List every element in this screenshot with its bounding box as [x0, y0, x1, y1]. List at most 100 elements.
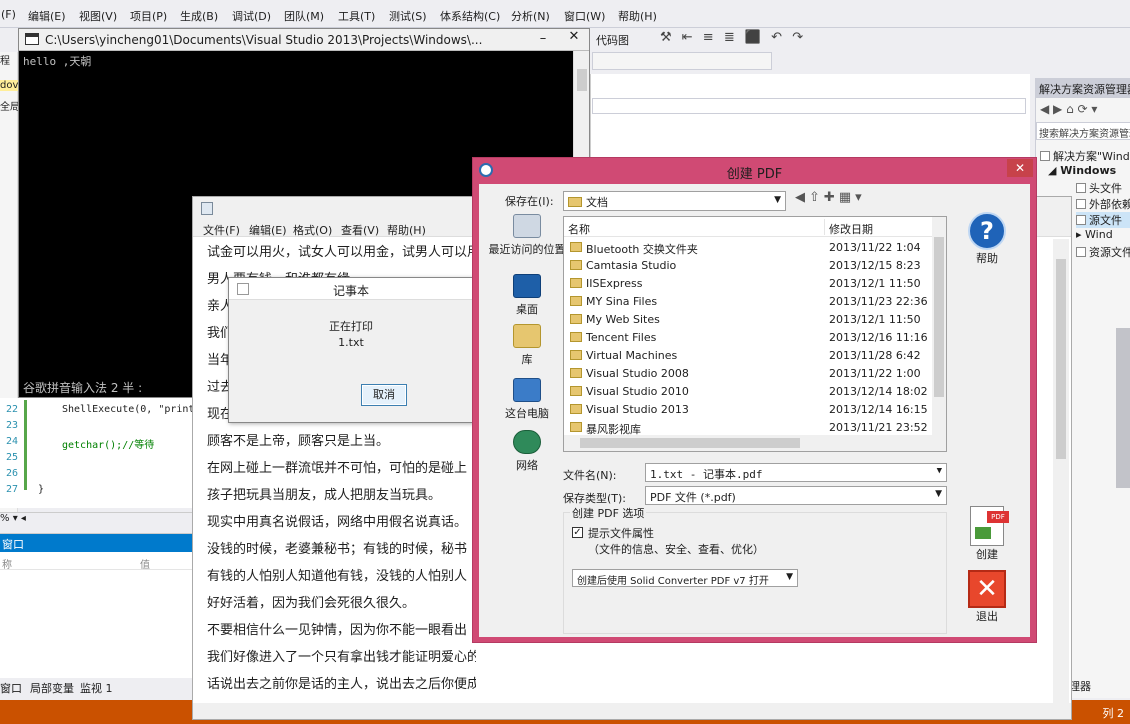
filename-input[interactable]: 1.txt - 记事本.pdf ▼ [645, 463, 947, 482]
create-button[interactable]: PDF 创建 [957, 506, 1017, 562]
vs-bottom-tabs: 窗口 局部变量 监视 1 [0, 678, 192, 696]
tab-watch1[interactable]: 监视 1 [80, 680, 113, 696]
file-date: 2013/11/22 1:00 [829, 367, 921, 380]
file-row[interactable]: Visual Studio 2008 2013/11/22 1:00 [564, 364, 934, 382]
file-row[interactable]: Virtual Machines 2013/11/28 6:42 [564, 346, 934, 364]
view-menu-icon[interactable]: ▦▾ [839, 190, 866, 205]
file-row[interactable]: MY Sina Files 2013/11/23 22:36 [564, 292, 934, 310]
np-menu-help[interactable]: 帮助(H) [387, 222, 426, 238]
tree-external-deps[interactable]: 外部依赖 [1076, 196, 1130, 212]
vs-code-editor[interactable]: 22 ShellExecute(0, "print 23 24 getchar(… [0, 398, 200, 508]
left-strip-tab[interactable]: dov [0, 80, 18, 91]
tree-resources[interactable]: 资源文件 [1076, 244, 1130, 260]
np-menu-edit[interactable]: 编辑(E) [249, 222, 287, 238]
place-this-pc[interactable]: 这台电脑 [487, 378, 567, 421]
file-row[interactable]: Visual Studio 2010 2013/12/14 18:02 [564, 382, 934, 400]
np-menu-file[interactable]: 文件(F) [203, 222, 240, 238]
new-folder-icon[interactable]: ✚ [824, 190, 839, 205]
tree-source-files[interactable]: 源文件 [1076, 212, 1130, 228]
file-row[interactable]: IISExpress 2013/12/1 11:50 [564, 274, 934, 292]
chevron-down-icon: ▼ [786, 572, 793, 582]
menu-build[interactable]: 生成(B) [180, 8, 218, 24]
folder-icon [570, 422, 582, 432]
menu-help[interactable]: 帮助(H) [618, 8, 657, 24]
vs-member-combo[interactable] [592, 98, 1026, 114]
close-button[interactable]: ✕ [1007, 159, 1033, 177]
solution-toolbar-icons[interactable]: ◀ ▶ ⌂ ⟳ ▾ [1040, 102, 1097, 116]
minimize-button[interactable]: – [531, 31, 555, 47]
save-in-combo[interactable]: 文档 ▼ [563, 191, 786, 211]
scroll-thumb[interactable] [580, 438, 800, 448]
filetype-combo[interactable]: PDF 文件 (*.pdf) ▼ [645, 486, 947, 505]
menu-edit[interactable]: 编辑(E) [28, 8, 66, 24]
menu-file[interactable]: (F) [1, 8, 16, 21]
file-date: 2013/11/21 23:52 [829, 421, 928, 434]
col-name-header[interactable]: 名称 [568, 221, 590, 237]
vs-toolbar: 代码图 ⚒ ⇤ ≡ ≣ ⬛ ↶ ↷ [590, 28, 1130, 52]
scroll-thumb[interactable] [1056, 259, 1066, 459]
tab-locals[interactable]: 局部变量 [30, 680, 74, 696]
file-list-hscrollbar[interactable] [564, 435, 946, 451]
pdf-dialog-titlebar[interactable]: 创建 PDF ✕ [473, 158, 1036, 184]
solution-scrollbar[interactable] [1116, 328, 1130, 488]
file-row[interactable]: Tencent Files 2013/12/16 11:16 [564, 328, 934, 346]
tree-source-file[interactable]: ▸ Wind [1076, 228, 1113, 241]
menu-tools[interactable]: 工具(T) [338, 8, 375, 24]
show-properties-label[interactable]: 提示文件属性 [588, 525, 654, 541]
place-recent[interactable]: 最近访问的位置 [487, 214, 567, 257]
print-dialog: 记事本 正在打印 1.txt 取消 [228, 277, 474, 423]
menu-window[interactable]: 窗口(W) [564, 8, 605, 24]
notepad-line: 现实中用真名说假话，网络中用假名说真话。 [207, 515, 468, 530]
file-row[interactable]: My Web Sites 2013/12/1 11:50 [564, 310, 934, 328]
ime-status: 谷歌拼音输入法 2 半 : [23, 381, 143, 395]
library-icon [513, 324, 541, 348]
np-menu-format[interactable]: 格式(O) [293, 222, 332, 238]
tree-project[interactable]: ◢ Windows [1048, 164, 1116, 177]
file-list[interactable]: 名称 修改日期 Bluetooth 交换文件夹 2013/11/22 1:04 Ca… [563, 216, 947, 452]
solution-search-input[interactable]: 搜索解决方案资源管理器 [1036, 122, 1130, 140]
file-row[interactable]: 暴风影视库 2013/11/21 23:52 [564, 418, 934, 436]
menu-test[interactable]: 测试(S) [389, 8, 427, 24]
place-desktop[interactable]: 桌面 [487, 274, 567, 317]
notepad-vscrollbar[interactable] [1053, 239, 1069, 703]
toolbar-icons[interactable]: ⚒ ⇤ ≡ ≣ ⬛ ↶ ↷ [660, 30, 806, 45]
show-properties-checkbox[interactable]: ✓ [572, 527, 583, 538]
col-date-header[interactable]: 修改日期 [829, 221, 873, 237]
notepad-hscrollbar[interactable] [193, 703, 1071, 719]
tab-window[interactable]: 窗口 [0, 680, 22, 696]
menu-architecture[interactable]: 体系结构(C) [440, 8, 500, 24]
file-row[interactable]: Bluetooth 交换文件夹 2013/11/22 1:04 [564, 238, 934, 256]
menu-debug[interactable]: 调试(D) [232, 8, 271, 24]
close-button[interactable]: ✕ [559, 29, 589, 47]
open-after-combo[interactable]: 创建后使用 Solid Converter PDF v7 打开 ▼ [572, 569, 798, 587]
nav-toolbar[interactable]: ◀⇧✚▦▾ [795, 190, 866, 205]
scroll-thumb[interactable] [577, 69, 587, 91]
zoom-value: % [0, 513, 10, 524]
menu-team[interactable]: 团队(M) [284, 8, 324, 24]
file-list-vscrollbar[interactable] [932, 217, 946, 435]
back-icon[interactable]: ◀ [795, 190, 809, 205]
menu-project[interactable]: 项目(P) [130, 8, 167, 24]
up-folder-icon[interactable]: ⇧ [809, 190, 824, 205]
np-menu-view[interactable]: 查看(V) [341, 222, 379, 238]
scroll-thumb[interactable] [934, 237, 944, 397]
console-titlebar[interactable]: C:\Users\yincheng01\Documents\Visual Stu… [19, 29, 589, 51]
print-dialog-titlebar[interactable]: 记事本 [229, 278, 473, 300]
tree-solution[interactable]: 解决方案"Wind [1040, 148, 1130, 164]
line-number: 23 [6, 420, 19, 431]
help-button[interactable]: ? 帮助 [957, 212, 1017, 266]
zoom-combo[interactable]: % ▾ ◂ [0, 512, 192, 526]
place-network[interactable]: 网络 [487, 430, 567, 473]
change-marker [24, 400, 27, 490]
codemap-button[interactable]: 代码图 [596, 32, 629, 48]
notepad-line: 我们好像进入了一个只有拿出钱才能证明爱心的时代。 [207, 650, 476, 665]
cancel-button[interactable]: 取消 [361, 384, 407, 406]
tree-headers[interactable]: 头文件 [1076, 180, 1122, 196]
place-libraries[interactable]: 库 [487, 324, 567, 367]
menu-analyze[interactable]: 分析(N) [511, 8, 550, 24]
vs-toolbar-combo[interactable] [592, 52, 772, 70]
menu-view[interactable]: 视图(V) [79, 8, 117, 24]
file-row[interactable]: Visual Studio 2013 2013/12/14 16:15 [564, 400, 934, 418]
exit-button[interactable]: ✕ 退出 [957, 570, 1017, 624]
file-row[interactable]: Camtasia Studio 2013/12/15 8:23 [564, 256, 934, 274]
